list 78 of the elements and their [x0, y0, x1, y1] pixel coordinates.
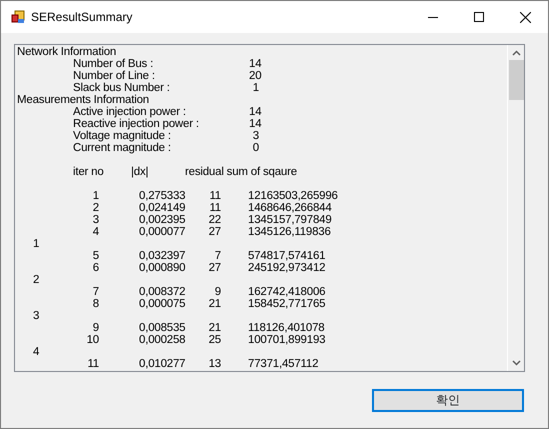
table-cell: 245192,973412 — [248, 262, 326, 274]
table-cell-text: 11 — [86, 358, 99, 370]
field-value: 0 — [252, 142, 259, 154]
field-value: 20 — [249, 70, 259, 82]
group-label: 4 — [33, 346, 40, 358]
table-cell: 158452,771765 — [248, 298, 326, 310]
table-cell-text: 13 — [208, 358, 221, 370]
scroll-down-icon[interactable] — [512, 360, 520, 366]
table-cell-text: 3 — [92, 214, 99, 226]
field-label: Active injection power : — [73, 106, 187, 118]
table-cell-text: 0,010277 — [139, 358, 186, 370]
table-cell: 1468646,266844 — [248, 202, 332, 214]
section-heading: Network Information — [17, 46, 116, 58]
table-cell: 162742,418006 — [248, 286, 326, 298]
column-header: |dx| — [131, 166, 150, 178]
table-cell: 1345157,797849 — [248, 214, 332, 226]
field-label: Slack bus Number : — [73, 82, 171, 94]
field-label: Reactive injection power : — [73, 118, 200, 130]
field-value: 14 — [249, 118, 259, 130]
table-cell-text: 9 — [92, 322, 99, 334]
table-cell-text: 10 — [86, 334, 99, 346]
group-label: 1 — [33, 238, 40, 250]
table-cell-text: 5 — [92, 250, 99, 262]
table-cell: 574817,574161 — [248, 250, 326, 262]
table-cell-text: 21 — [208, 322, 221, 334]
field-value: 1 — [252, 82, 259, 94]
vertical-scrollbar[interactable] — [507, 45, 524, 371]
column-header: iter no — [73, 166, 105, 178]
table-cell-text: 7 — [92, 286, 99, 298]
table-cell-text: 0,032397 — [139, 250, 186, 262]
maximize-icon[interactable] — [474, 12, 484, 22]
table-cell: 118126,401078 — [248, 322, 324, 334]
scroll-thumb[interactable] — [508, 60, 524, 100]
table-cell-text: 6 — [92, 262, 99, 274]
table-cell-text: 0,008535 — [139, 322, 186, 334]
table-cell-text: 8 — [92, 298, 99, 310]
section-heading: Measurements Information — [17, 94, 149, 106]
group-label: 2 — [33, 274, 40, 286]
app-icon — [11, 10, 25, 24]
table-cell-text: 0,024149 — [139, 202, 186, 214]
field-value: 3 — [252, 130, 259, 142]
table-cell-text: 1 — [92, 190, 99, 202]
table-cell-text: 0,275333 — [139, 190, 186, 202]
table-cell: 1345126,119836 — [248, 226, 331, 238]
table-cell-text: 4 — [92, 226, 99, 238]
table-cell: 77371,457112 — [248, 358, 318, 370]
minimize-icon[interactable] — [428, 16, 438, 18]
field-label: Number of Line : — [73, 70, 156, 82]
field-label: Voltage magnitude : — [73, 130, 172, 142]
field-value: 14 — [249, 106, 259, 118]
table-cell-text: 25 — [208, 334, 221, 346]
field-label: Current magnitude : — [73, 142, 172, 154]
table-cell-text: 0,000077 — [139, 226, 186, 238]
table-cell-text: 2 — [92, 202, 99, 214]
table-cell-text: 0,000258 — [139, 334, 186, 346]
table-cell-text: 0,008372 — [139, 286, 186, 298]
group-label: 3 — [33, 310, 40, 322]
table-cell-text: 11 — [208, 190, 221, 202]
table-cell-text: 22 — [208, 214, 221, 226]
field-value: 14 — [249, 58, 259, 70]
ok-button[interactable]: 확인 — [372, 388, 524, 412]
table-cell-text: 0,000890 — [139, 262, 186, 274]
close-icon[interactable] — [520, 12, 530, 22]
table-cell-text: 27 — [208, 226, 221, 238]
table-cell-text: 9 — [214, 286, 221, 298]
table-cell: 100701,899193 — [248, 334, 326, 346]
window-title: SEResultSummary — [31, 9, 132, 26]
table-cell-text: 27 — [208, 262, 221, 274]
field-label: Number of Bus : — [73, 58, 154, 70]
table-cell: 12163503,265996 — [248, 190, 338, 202]
column-header: residual sum of sqaure — [185, 166, 297, 178]
scroll-up-icon[interactable] — [512, 50, 520, 56]
table-cell-text: 21 — [208, 298, 221, 310]
table-cell-text: 0,000075 — [139, 298, 186, 310]
table-cell-text: 11 — [208, 202, 221, 214]
result-text-area[interactable] — [14, 44, 525, 372]
table-cell-text: 0,002395 — [139, 214, 186, 226]
table-cell-text: 7 — [214, 250, 221, 262]
